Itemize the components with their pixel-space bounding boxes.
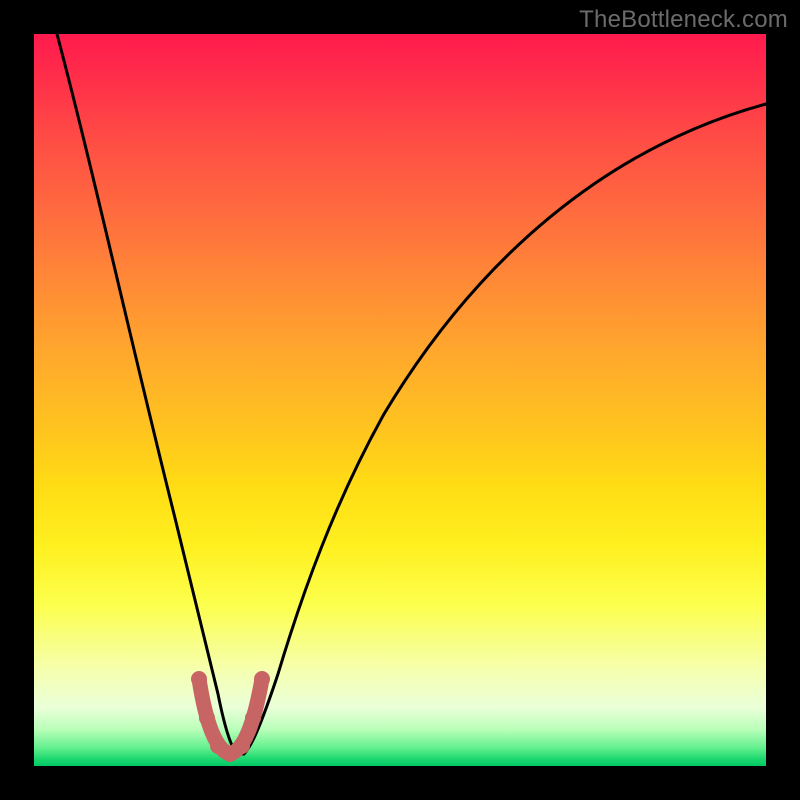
watermark-text: TheBottleneck.com [579, 6, 788, 34]
plot-area [34, 34, 766, 766]
chart-frame: TheBottleneck.com [0, 0, 800, 800]
chart-svg [34, 34, 766, 766]
bottleneck-curve [57, 34, 766, 754]
marker-dots [191, 671, 270, 762]
